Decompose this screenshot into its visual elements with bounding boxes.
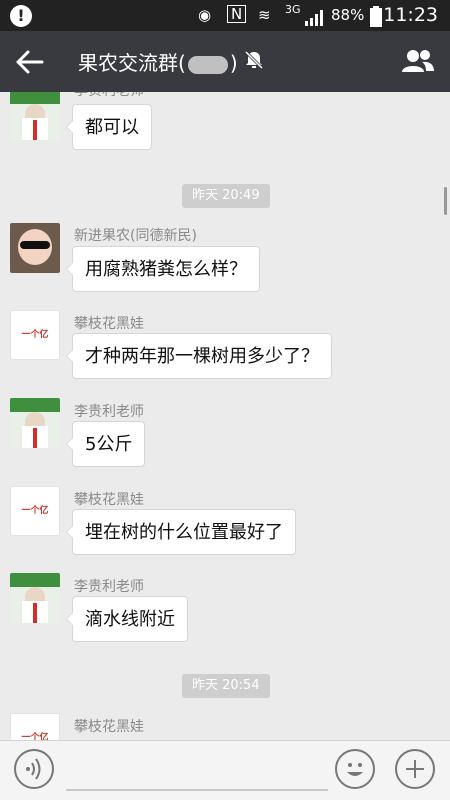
avatar[interactable] bbox=[10, 398, 60, 448]
wifi-icon: ≋ bbox=[258, 6, 271, 24]
avatar[interactable]: 一个亿 bbox=[10, 310, 60, 360]
blurred-member-count bbox=[187, 55, 228, 74]
voice-icon[interactable] bbox=[14, 749, 54, 789]
avatar[interactable] bbox=[10, 92, 60, 140]
nfc-icon: N bbox=[227, 5, 247, 23]
message-bubble[interactable]: 才种两年那一棵树用多少了？ bbox=[66, 333, 332, 379]
group-icon[interactable] bbox=[400, 47, 436, 75]
status-time: 11:23 bbox=[383, 4, 438, 26]
timestamp: 昨天 20:49 bbox=[182, 184, 270, 208]
chat-area[interactable]: 李贵利老师 都可以 昨天 20:49 新进果农(同德新民) 用腐熟猪粪怎么样？ … bbox=[0, 92, 450, 740]
status-bar: ◉ N ≋ 3G 88% 11:23 bbox=[0, 0, 450, 31]
plus-icon[interactable] bbox=[395, 749, 435, 789]
message-bubble[interactable]: 用腐熟猪粪怎么样？ bbox=[66, 246, 260, 292]
sender-name: 李贵利老师 bbox=[74, 404, 144, 420]
message-bubble[interactable]: 滴水线附近 bbox=[66, 596, 188, 642]
message-bubble[interactable]: 埋在树的什么位置最好了 bbox=[66, 509, 296, 555]
sender-name: 李贵利老师 bbox=[74, 92, 144, 100]
battery-percent: 88% bbox=[331, 6, 365, 24]
avatar[interactable]: 一个亿 bbox=[10, 713, 60, 740]
sender-name: 攀枝花黑娃 bbox=[74, 316, 144, 332]
avatar[interactable] bbox=[10, 573, 60, 623]
message-bubble[interactable]: 5公斤 bbox=[65, 421, 146, 467]
alert-icon bbox=[10, 5, 32, 27]
chat-header: 果农交流群() bbox=[0, 31, 450, 92]
chat-title: 果农交流群() bbox=[78, 51, 238, 75]
sender-name: 攀枝花黑娃 bbox=[74, 719, 144, 735]
sender-name: 攀枝花黑娃 bbox=[74, 492, 144, 508]
network-type: 3G bbox=[285, 3, 301, 16]
avatar[interactable] bbox=[10, 223, 60, 273]
eye-icon: ◉ bbox=[198, 6, 212, 24]
message-input[interactable] bbox=[66, 789, 328, 791]
signal-icon bbox=[305, 10, 323, 26]
message-bubble[interactable]: 都可以 bbox=[66, 104, 152, 150]
scrollbar[interactable] bbox=[444, 187, 447, 215]
avatar[interactable]: 一个亿 bbox=[10, 486, 60, 536]
battery-icon bbox=[370, 6, 382, 27]
bell-muted-icon bbox=[244, 50, 264, 70]
emoji-icon[interactable] bbox=[335, 749, 375, 789]
input-bar bbox=[0, 740, 450, 800]
back-arrow-icon[interactable] bbox=[14, 48, 46, 76]
sender-name: 李贵利老师 bbox=[74, 579, 144, 595]
timestamp: 昨天 20:54 bbox=[182, 674, 270, 698]
sender-name: 新进果农(同德新民) bbox=[74, 228, 197, 244]
